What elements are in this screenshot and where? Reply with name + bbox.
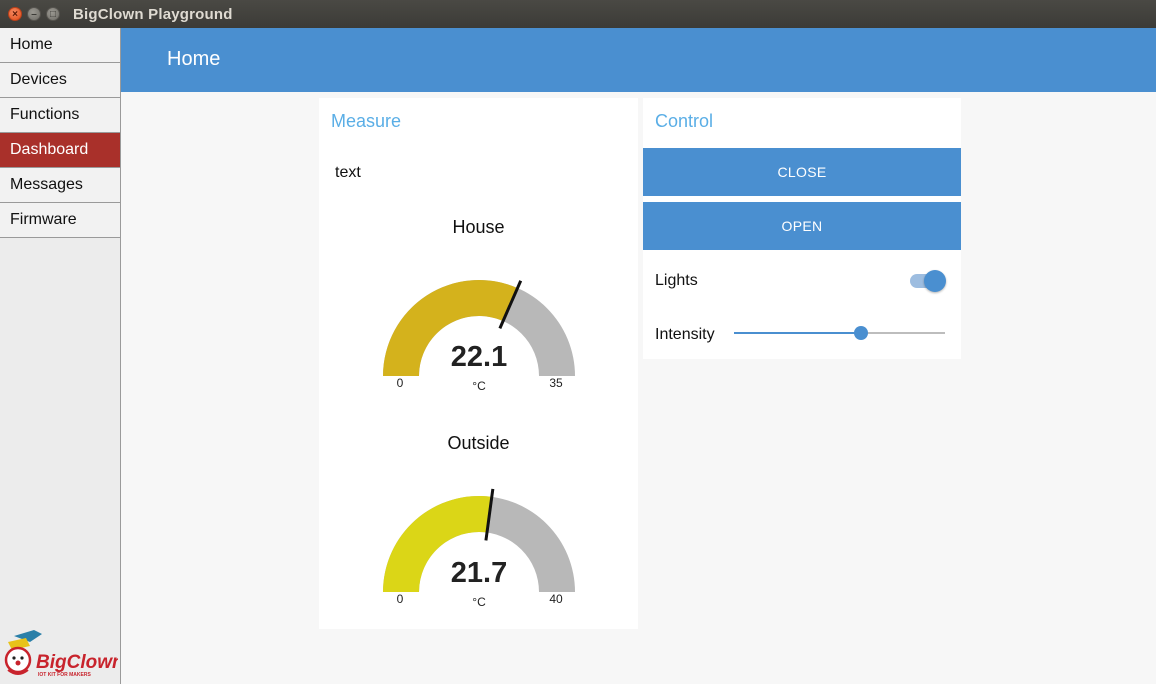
control-card: Control CLOSE OPEN Lights Intensity [643, 98, 961, 359]
window-maximize-button[interactable]: □ [46, 7, 60, 21]
page-header: Home [121, 28, 1156, 92]
measure-card: Measure text House 22.1 °C 0 35 Outside … [319, 98, 638, 629]
open-button[interactable]: OPEN [643, 202, 961, 250]
sidebar: Home Devices Functions Dashboard Message… [0, 28, 121, 684]
gauge-outside-value: 21.7 [451, 557, 507, 589]
intensity-label: Intensity [655, 326, 715, 343]
window-minimize-button[interactable]: – [27, 7, 41, 21]
sidebar-item-functions[interactable]: Functions [0, 98, 120, 133]
window-title: BigClown Playground [73, 6, 233, 23]
gauge-outside: 21.7 °C 0 40 [383, 488, 575, 609]
gauge-house: 22.1 °C 0 35 [383, 280, 575, 393]
sidebar-item-devices[interactable]: Devices [0, 63, 120, 98]
gauge-outside-max: 40 [549, 592, 563, 606]
intensity-slider-thumb[interactable] [853, 326, 868, 340]
window-titlebar: × – □ BigClown Playground [0, 0, 1156, 28]
window-close-button[interactable]: × [8, 7, 22, 21]
sidebar-item-home[interactable]: Home [0, 28, 120, 63]
gauge-house-value: 22.1 [451, 341, 507, 373]
bigclown-logo: BigClown IOT KIT FOR MAKERS [4, 630, 118, 678]
gauge-house-unit: °C [472, 379, 486, 393]
svg-text:BigClown: BigClown [36, 652, 118, 673]
intensity-slider-fill [734, 332, 861, 334]
intensity-slider-track[interactable] [734, 326, 945, 340]
gauge-house-max: 35 [549, 376, 563, 390]
gauge-house-label: House [452, 217, 505, 237]
gauge-outside-unit: °C [472, 595, 486, 609]
gauge-outside-label: Outside [447, 433, 510, 453]
page-title: Home [167, 48, 221, 70]
text-widget: text [335, 164, 361, 181]
close-button[interactable]: CLOSE [643, 148, 961, 196]
sidebar-item-messages[interactable]: Messages [0, 168, 120, 203]
svg-text:IOT KIT FOR MAKERS: IOT KIT FOR MAKERS [38, 672, 91, 678]
control-card-title: Control [655, 111, 714, 131]
sidebar-item-dashboard[interactable]: Dashboard [0, 133, 120, 168]
gauge-house-min: 0 [397, 376, 404, 390]
lights-label: Lights [655, 272, 698, 289]
lights-toggle[interactable] [924, 270, 946, 292]
measure-card-title: Measure [331, 111, 402, 131]
sidebar-item-firmware[interactable]: Firmware [0, 203, 120, 238]
gauge-outside-min: 0 [397, 592, 404, 606]
